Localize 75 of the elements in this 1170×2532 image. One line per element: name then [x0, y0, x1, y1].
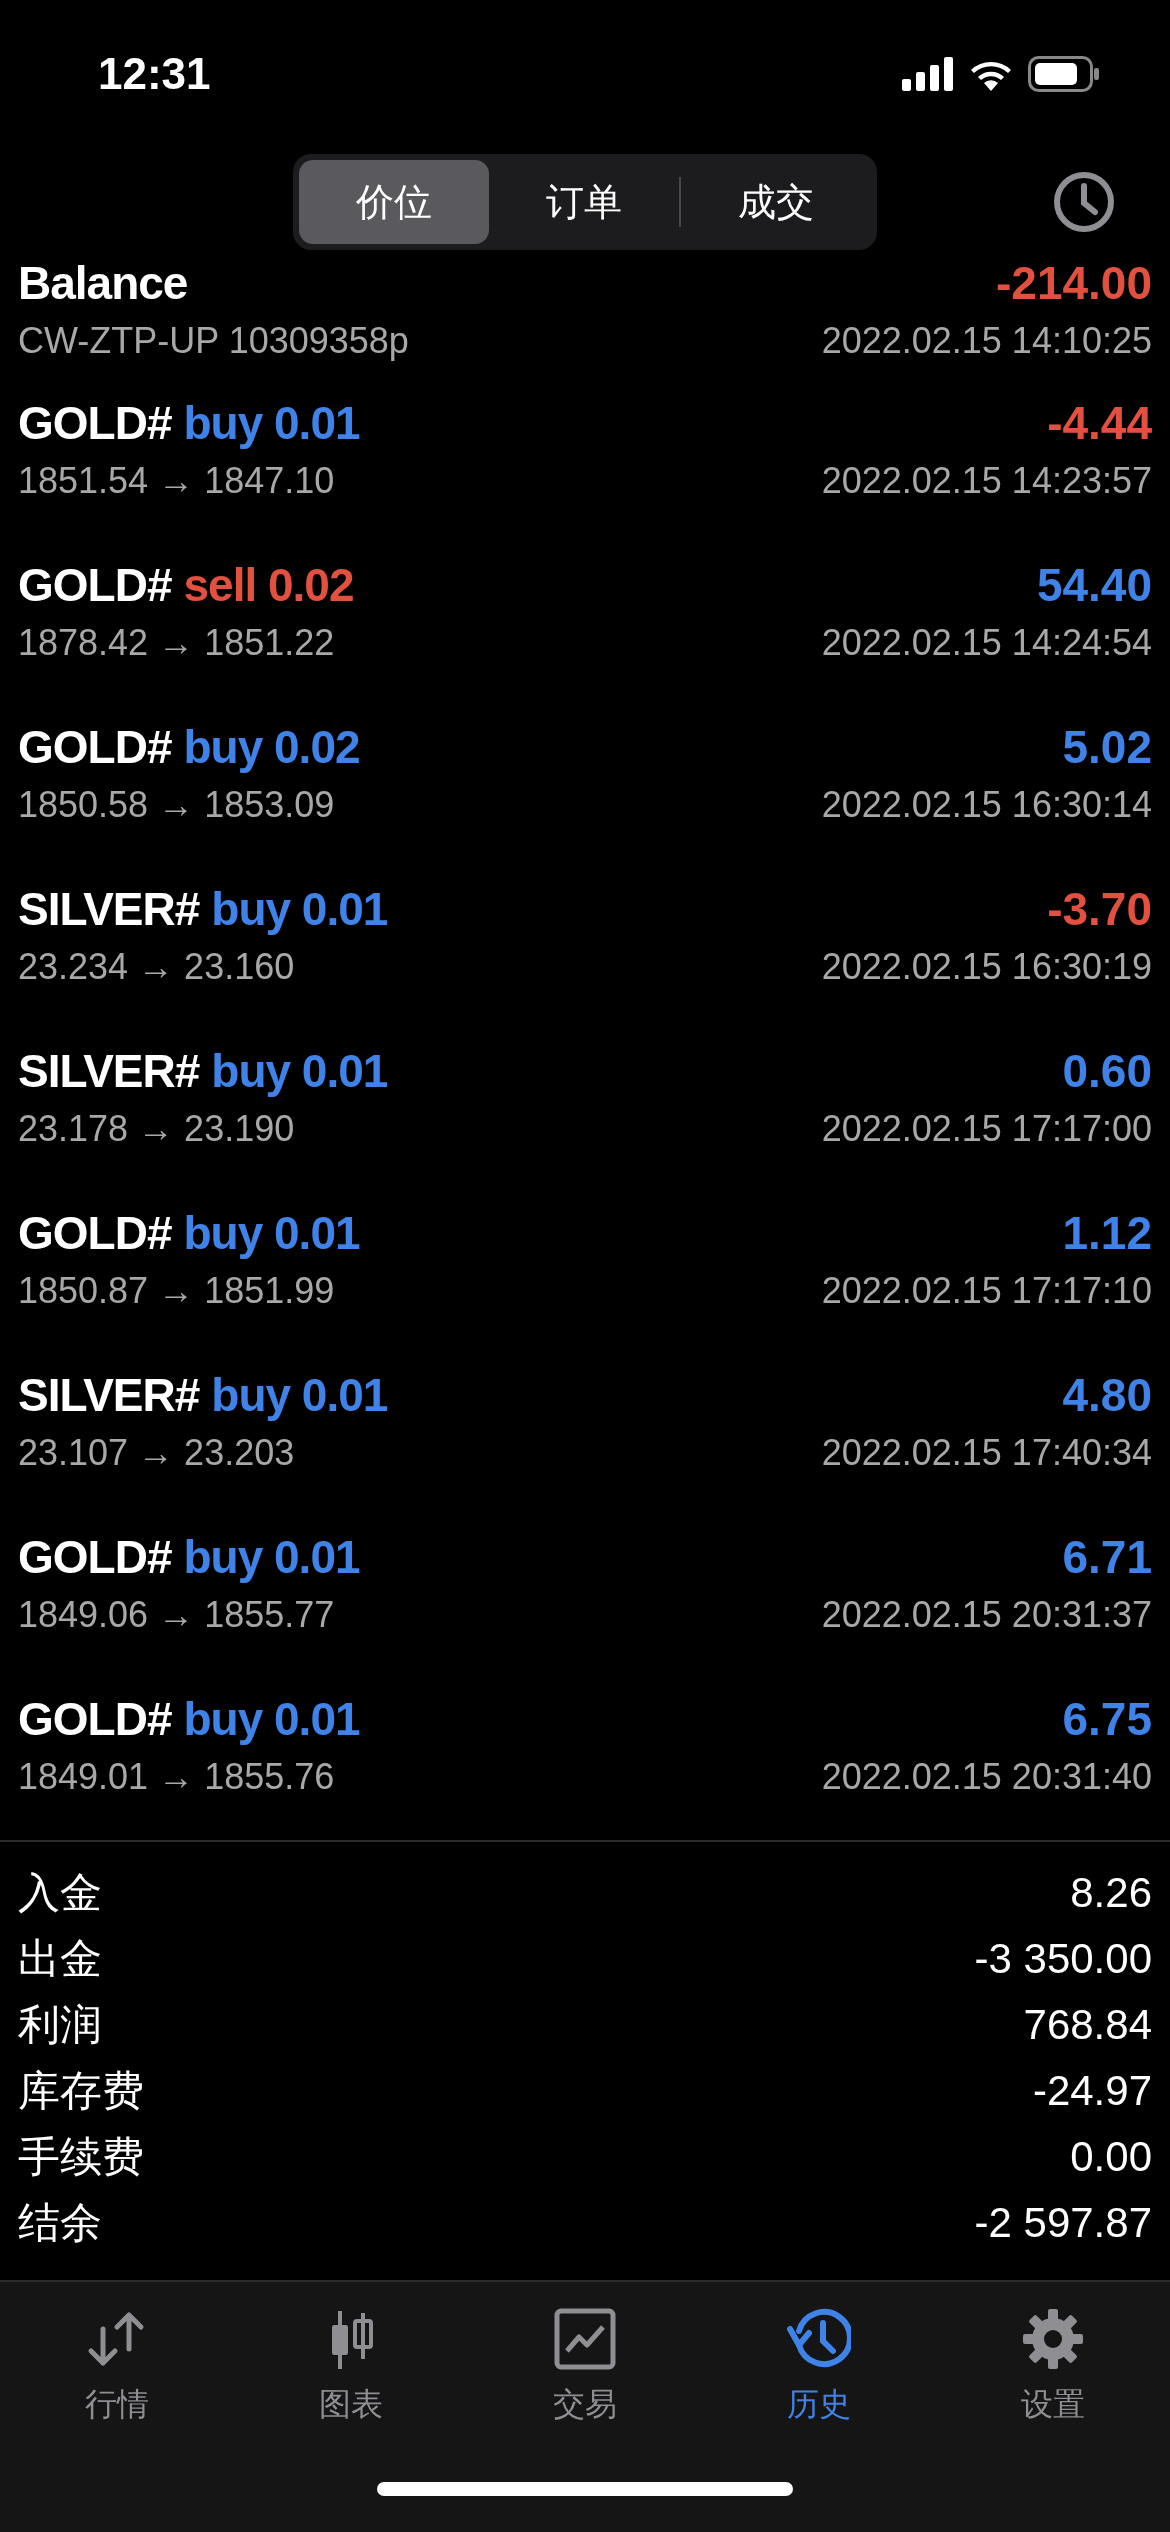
- summary-value: -2 597.87: [974, 2199, 1152, 2247]
- deal-volume: buy 0.01: [183, 1530, 360, 1584]
- deal-detail: 23.178 → 23.190: [18, 1108, 295, 1150]
- summary-value: -3 350.00: [974, 1935, 1152, 1983]
- deal-volume: buy 0.01: [183, 396, 360, 450]
- deal-volume: buy 0.02: [183, 720, 360, 774]
- deal-time: 2022.02.15 14:24:54: [821, 622, 1152, 664]
- deal-title: GOLD#: [18, 558, 172, 612]
- tab-bar-item[interactable]: 历史: [729, 2306, 909, 2458]
- summary-label: 入金: [18, 1868, 102, 1918]
- deal-title: GOLD#: [18, 1206, 172, 1260]
- deal-profit: 1.12: [1062, 1206, 1152, 1260]
- deal-profit: -4.44: [1047, 396, 1152, 450]
- deal-time: 2022.02.15 17:17:10: [821, 1270, 1152, 1312]
- summary-label: 出金: [18, 1934, 102, 1984]
- deal-profit: -3.70: [1047, 882, 1152, 936]
- segment-tab[interactable]: 订单: [489, 160, 679, 244]
- summary-value: 0.00: [1070, 2133, 1152, 2181]
- deal-volume: sell 0.02: [183, 558, 354, 612]
- summary-value: 8.26: [1070, 1869, 1152, 1917]
- summary-label: 结余: [18, 2198, 102, 2248]
- tab-bar-item[interactable]: 设置: [963, 2306, 1143, 2458]
- summary-value: 768.84: [1023, 2001, 1152, 2049]
- deal-time: 2022.02.15 20:31:40: [821, 1756, 1152, 1798]
- segment-tab[interactable]: 价位: [299, 160, 489, 244]
- deal-volume: buy 0.01: [183, 1692, 360, 1746]
- deal-volume: buy 0.01: [183, 1206, 360, 1260]
- battery-icon: [1028, 56, 1100, 92]
- deal-profit: 4.80: [1062, 1368, 1152, 1422]
- tab-bar-item[interactable]: 图表: [261, 2306, 441, 2458]
- deal-time: 2022.02.15 14:23:57: [821, 460, 1152, 502]
- deal-title: GOLD#: [18, 720, 172, 774]
- deal-detail: 1878.42 → 1851.22: [18, 622, 335, 664]
- deal-detail: 1849.06 → 1855.77: [18, 1594, 335, 1636]
- signal-icon: [902, 57, 954, 91]
- deal-title: GOLD#: [18, 1692, 172, 1746]
- deal-volume: buy 0.01: [211, 1044, 388, 1098]
- deal-title: SILVER#: [18, 1044, 200, 1098]
- deal-profit: 5.02: [1062, 720, 1152, 774]
- deal-title: SILVER#: [18, 1368, 200, 1422]
- deal-profit: 6.71: [1062, 1530, 1152, 1584]
- deal-volume: buy 0.01: [211, 1368, 388, 1422]
- deal-detail: 1850.58 → 1853.09: [18, 784, 335, 826]
- deal-title: Balance: [18, 256, 188, 310]
- deal-time: 2022.02.15 20:31:37: [821, 1594, 1152, 1636]
- tab-bar-item[interactable]: 交易: [495, 2306, 675, 2458]
- deal-profit: -214.00: [996, 256, 1152, 310]
- deal-time: 2022.02.15 14:10:25: [821, 320, 1152, 362]
- deal-profit: 0.60: [1062, 1044, 1152, 1098]
- deal-title: GOLD#: [18, 396, 172, 450]
- deal-time: 2022.02.15 16:30:19: [821, 946, 1152, 988]
- status-time: 12:31: [98, 49, 211, 99]
- summary-value: -24.97: [1032, 2067, 1152, 2115]
- segment-tab[interactable]: 成交: [681, 160, 871, 244]
- tab-bar-item[interactable]: 行情: [27, 2306, 207, 2458]
- deal-volume: buy 0.01: [211, 882, 388, 936]
- deal-title: SILVER#: [18, 882, 200, 936]
- settings-icon: [1021, 2307, 1085, 2371]
- line-chart-icon: [553, 2307, 617, 2371]
- deal-detail: CW-ZTP-UP 10309358p: [18, 320, 409, 362]
- deal-profit: 54.40: [1036, 558, 1152, 612]
- summary-label: 库存费: [18, 2066, 144, 2116]
- deal-time: 2022.02.15 17:17:00: [821, 1108, 1152, 1150]
- deal-detail: 23.234 → 23.160: [18, 946, 295, 988]
- deal-detail: 1851.54 → 1847.10: [18, 460, 335, 502]
- deal-detail: 1849.01 → 1855.76: [18, 1756, 335, 1798]
- summary-label: 利润: [18, 2000, 102, 2050]
- deal-time: 2022.02.15 17:40:34: [821, 1432, 1152, 1474]
- deal-detail: 23.107 → 23.203: [18, 1432, 295, 1474]
- deal-title: GOLD#: [18, 1530, 172, 1584]
- deal-profit: 6.75: [1062, 1692, 1152, 1746]
- summary-label: 手续费: [18, 2132, 144, 2182]
- clock-icon[interactable]: [1052, 170, 1116, 234]
- deal-detail: 1850.87 → 1851.99: [18, 1270, 335, 1312]
- deal-time: 2022.02.15 16:30:14: [821, 784, 1152, 826]
